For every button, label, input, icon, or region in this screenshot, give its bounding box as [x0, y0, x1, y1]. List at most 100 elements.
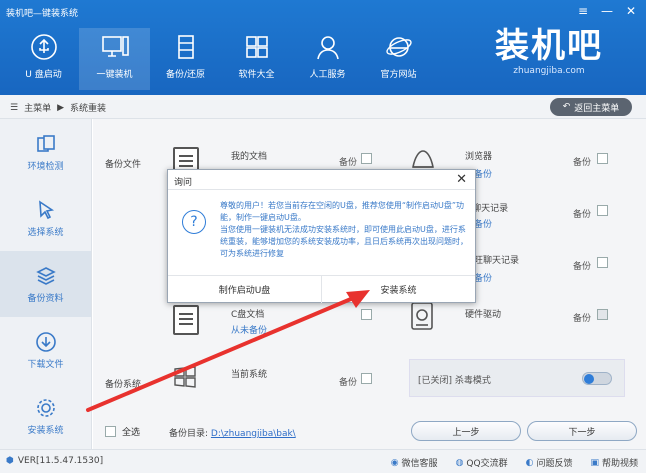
prev-step-button[interactable]: 上一步 — [411, 421, 521, 441]
person-icon — [313, 32, 343, 62]
shield-icon: ⬢ — [6, 456, 14, 466]
dialog-message-line1: 尊敬的用户！若您当前存在空闲的U盘，推荐您使用“制作启动U盘”功能，制作一键启动… — [220, 201, 464, 222]
qq-label: QQ交流群 — [466, 459, 508, 469]
backup-files-label: 备份文件 — [105, 160, 142, 170]
step-backup-data[interactable]: 备份资料 — [0, 251, 91, 317]
backup-checkbox[interactable] — [597, 257, 608, 268]
step-install-system[interactable]: 安装系统 — [0, 383, 91, 449]
return-icon: ↶ — [562, 102, 571, 112]
breadcrumb-arrow-icon: ▶ — [57, 102, 65, 113]
step-select-system[interactable]: 选择系统 — [0, 185, 91, 251]
select-all-checkbox[interactable]: 全选 — [105, 425, 140, 438]
menu-lines-icon: ☰ — [10, 102, 19, 113]
download-icon — [35, 331, 56, 352]
step-sidebar: 环境检测 选择系统 备份资料 下载文件 安装系统 — [0, 119, 92, 449]
backup-checkbox[interactable] — [597, 153, 608, 164]
usb-icon — [29, 32, 59, 62]
help-video-label: 帮助视频 — [601, 459, 638, 469]
nav-official-site[interactable]: 官方网站 — [363, 28, 434, 90]
wechat-icon: ◉ — [390, 457, 399, 468]
make-boot-usb-button[interactable]: 制作启动U盘 — [168, 276, 321, 303]
nav-label: 人工服务 — [309, 70, 346, 80]
menu-icon[interactable]: ≡ — [576, 4, 590, 18]
dialog-title-bar: 询问 ✕ — [168, 170, 475, 190]
item-name: C盘文档 — [231, 310, 265, 320]
backup-checkbox[interactable] — [361, 373, 372, 384]
back-to-menu-label: 返回主菜单 — [574, 103, 620, 114]
nav-one-click-install[interactable]: 一键装机 — [79, 28, 150, 90]
nav-usb-boot[interactable]: U 盘启动 — [8, 28, 79, 90]
step-label: 安装系统 — [27, 425, 64, 436]
wechat-service-link[interactable]: ◉ 微信客服 — [390, 456, 438, 470]
logo-text: 装机吧 — [495, 26, 603, 66]
antivirus-mode-label: [已关闭] 杀毒模式 — [418, 376, 491, 386]
feedback-label: 问题反馈 — [536, 459, 573, 469]
env-check-icon — [36, 134, 55, 152]
install-system-button[interactable]: 安装系统 — [321, 276, 475, 303]
backup-checkbox[interactable] — [597, 309, 608, 320]
backup-checkbox[interactable] — [361, 309, 372, 320]
breadcrumb-root[interactable]: 主菜单 — [24, 101, 51, 114]
version-info: ⬢ VER[11.5.47.1530] — [6, 456, 103, 466]
nav-label: 软件大全 — [238, 70, 275, 80]
logo-url: zhuangjiba.com — [513, 66, 585, 76]
breadcrumb-current: 系统重装 — [70, 104, 107, 114]
nav-software[interactable]: 软件大全 — [221, 28, 292, 90]
grid-icon — [242, 32, 272, 62]
cursor-icon — [38, 199, 54, 219]
minimize-icon[interactable]: — — [600, 4, 614, 18]
dialog-message: 尊敬的用户！若您当前存在空闲的U盘，推荐您使用“制作启动U盘”功能，制作一键启动… — [220, 200, 468, 260]
server-icon — [171, 32, 201, 62]
back-to-menu-button[interactable]: ↶ 返回主菜单 — [550, 98, 632, 116]
step-label: 选择系统 — [27, 227, 64, 238]
dialog-close-icon[interactable]: ✕ — [456, 172, 467, 187]
nav-label: 一键装机 — [96, 70, 133, 80]
backup-check-label: 备份 — [573, 314, 592, 324]
feedback-link[interactable]: ◐ 问题反馈 — [525, 456, 573, 470]
ie-icon — [384, 32, 414, 62]
step-label: 环境检测 — [27, 161, 64, 172]
backup-dir: 备份目录: D:\zhuangjiba\bak\ — [169, 426, 296, 439]
item-name: 当前系统 — [231, 370, 268, 380]
gear-icon — [36, 398, 55, 417]
dialog-message-line2: 当您使用一键装机无法成功安装系统时，即可使用此启动U盘，进行系统重装，能够增加您… — [220, 225, 468, 258]
brand-logo: 装机吧 zhuangjiba.com — [486, 26, 612, 86]
checkbox-box — [105, 426, 116, 437]
backup-dir-prefix: 备份目录: — [169, 429, 209, 439]
feedback-icon: ◐ — [525, 457, 534, 468]
next-step-button[interactable]: 下一步 — [527, 421, 637, 441]
help-video-link[interactable]: ▣ 帮助视频 — [590, 456, 638, 470]
backup-checkbox[interactable] — [597, 205, 608, 216]
item-name: 硬件驱动 — [465, 310, 502, 320]
backup-checkbox[interactable] — [361, 153, 372, 164]
item-name: 浏览器 — [465, 152, 493, 162]
c-drive-doc-icon — [173, 305, 199, 335]
item-status: 从未备份 — [231, 326, 268, 336]
toggle-knob — [584, 374, 594, 384]
step-env-check[interactable]: 环境检测 — [0, 119, 91, 185]
app-title: 装机吧—键装系统 — [6, 9, 79, 19]
backup-check-label: 备份 — [339, 378, 358, 388]
video-icon: ▣ — [590, 457, 599, 468]
step-label: 备份资料 — [27, 293, 64, 304]
question-icon: ? — [182, 210, 206, 234]
nav-human-service[interactable]: 人工服务 — [292, 28, 363, 90]
breadcrumb: ☰ 主菜单 ▶ 系统重装 ↶ 返回主菜单 — [0, 95, 646, 119]
status-links: ◉ 微信客服 ◍ QQ交流群 ◐ 问题反馈 ▣ 帮助视频 — [390, 456, 638, 470]
layers-icon — [35, 266, 56, 285]
monitor-icon — [100, 32, 130, 62]
select-all-label: 全选 — [122, 428, 141, 438]
close-icon[interactable]: ✕ — [624, 4, 638, 18]
nav-label: 官方网站 — [380, 70, 417, 80]
backup-dir-link[interactable]: D:\zhuangjiba\bak\ — [211, 429, 296, 439]
dialog-footer: 制作启动U盘 安装系统 — [168, 275, 475, 303]
status-bar: ⬢ VER[11.5.47.1530] ◉ 微信客服 ◍ QQ交流群 ◐ 问题反馈 ▣… — [0, 449, 646, 473]
qq-group-link[interactable]: ◍ QQ交流群 — [456, 456, 508, 470]
item-name: 我的文档 — [231, 152, 268, 162]
inquiry-dialog: 询问 ✕ ? 尊敬的用户！若您当前存在空闲的U盘，推荐您使用“制作启动U盘”功能… — [167, 169, 476, 303]
step-download-files[interactable]: 下载文件 — [0, 317, 91, 383]
backup-check-label: 备份 — [573, 262, 592, 272]
backup-system-label: 备份系统 — [105, 380, 142, 390]
nav-backup-restore[interactable]: 备份/还原 — [150, 28, 221, 90]
antivirus-toggle[interactable] — [582, 372, 612, 385]
